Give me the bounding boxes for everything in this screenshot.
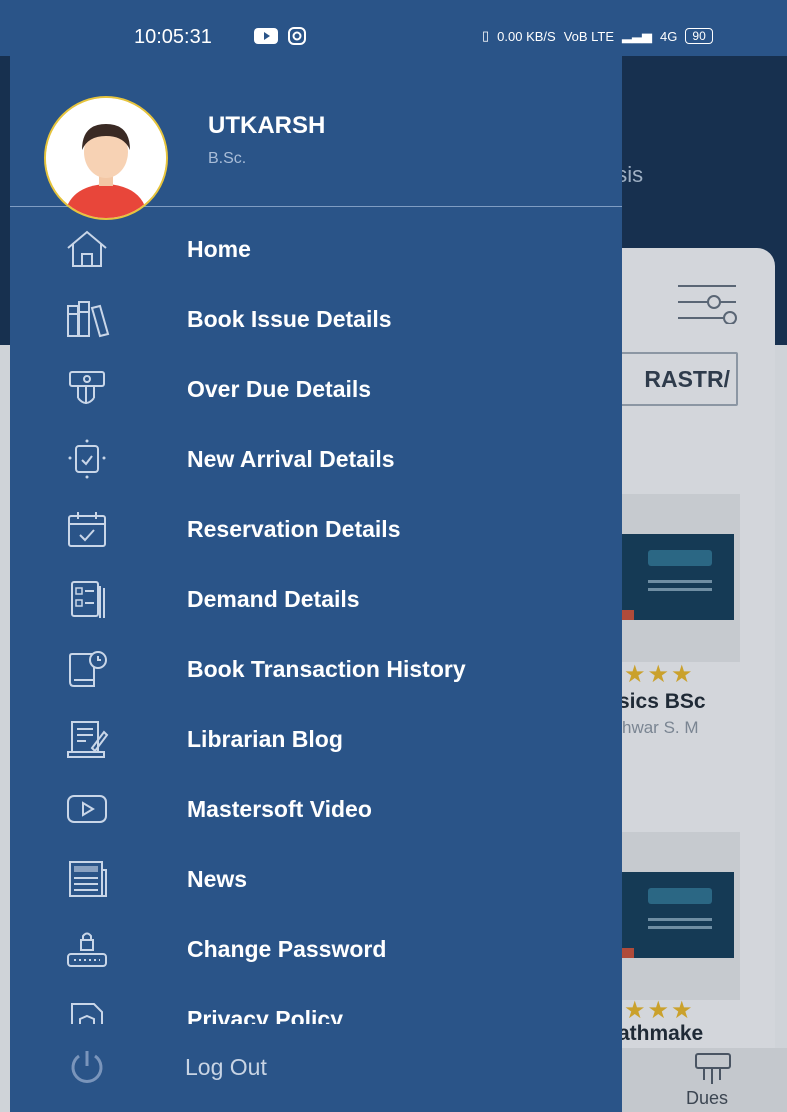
menu-item-home[interactable]: Home bbox=[10, 222, 622, 278]
cash-hand-icon bbox=[69, 371, 105, 404]
home-icon bbox=[67, 230, 107, 267]
privacy-icon bbox=[71, 1003, 103, 1024]
instagram-icon bbox=[288, 27, 306, 45]
menu-label: Over Due Details bbox=[187, 376, 372, 402]
vibrate-icon: ▯ bbox=[482, 28, 490, 43]
calendar-check-icon bbox=[68, 512, 106, 547]
menu-label: Book Transaction History bbox=[187, 656, 466, 682]
menu-label: Mastersoft Video bbox=[187, 796, 372, 822]
password-lock-icon bbox=[67, 932, 107, 967]
menu-item-librarian-blog[interactable]: Librarian Blog bbox=[10, 712, 622, 768]
logout-label: Log Out bbox=[185, 1054, 267, 1080]
menu-item-change-password[interactable]: Change Password bbox=[10, 922, 622, 978]
video-icon bbox=[67, 795, 107, 823]
background-book-author: hwar S. M bbox=[622, 718, 699, 737]
books-icon bbox=[67, 301, 110, 338]
menu-item-mastersoft-video[interactable]: Mastersoft Video bbox=[10, 782, 622, 838]
drawer-menu: Home Book Issue Details Over Due Details bbox=[10, 216, 622, 1024]
navigation-drawer: UTKARSH B.Sc. Home Book Issue Details Ov… bbox=[10, 56, 622, 1112]
status-time: 10:05:31 bbox=[134, 26, 212, 48]
book-clock-icon bbox=[69, 651, 107, 687]
menu-item-book-transaction-history[interactable]: Book Transaction History bbox=[10, 642, 622, 698]
menu-label: Librarian Blog bbox=[187, 726, 343, 752]
menu-item-book-issue-details[interactable]: Book Issue Details bbox=[10, 292, 622, 348]
menu-label: Change Password bbox=[187, 936, 387, 962]
user-avatar-icon bbox=[46, 98, 166, 218]
profile-course: B.Sc. bbox=[208, 150, 247, 167]
menu-label: Reservation Details bbox=[187, 516, 401, 542]
battery-indicator: 90 bbox=[685, 28, 713, 44]
menu-item-reservation-details[interactable]: Reservation Details bbox=[10, 502, 622, 558]
logout-button[interactable]: Log Out bbox=[10, 1038, 622, 1098]
cash-hand-icon bbox=[695, 1053, 731, 1084]
checklist-icon bbox=[71, 581, 105, 618]
status-bar: 10:05:31 ▯ 0.00 KB/S VoB LTE ▂▃▅ 4G 90 bbox=[0, 0, 787, 56]
rating-stars: ★★★ bbox=[624, 997, 695, 1024]
menu-item-demand-details[interactable]: Demand Details bbox=[10, 572, 622, 628]
network-type: 4G bbox=[660, 28, 678, 44]
menu-label: Demand Details bbox=[187, 586, 360, 612]
filter-icon bbox=[678, 285, 737, 324]
signal-icon: ▂▃▅ bbox=[622, 28, 653, 43]
menu-item-privacy-policy[interactable]: Privacy Policy bbox=[10, 992, 622, 1024]
background-book-title: athmake bbox=[618, 1022, 704, 1045]
menu-label: Book Issue Details bbox=[187, 306, 392, 332]
network-speed: 0.00 KB/S bbox=[497, 28, 556, 44]
background-book-title: sics BSc bbox=[618, 690, 706, 713]
avatar[interactable] bbox=[44, 96, 168, 220]
blog-icon bbox=[67, 721, 109, 758]
new-arrival-icon bbox=[68, 439, 106, 479]
dues-label: Dues bbox=[686, 1088, 729, 1108]
youtube-icon bbox=[254, 28, 278, 44]
profile-name: UTKARSH bbox=[208, 112, 326, 139]
book-cover bbox=[622, 872, 734, 958]
book-cover bbox=[622, 534, 734, 620]
menu-item-new-arrival-details[interactable]: New Arrival Details bbox=[10, 432, 622, 488]
volte-indicator: VoB LTE bbox=[563, 28, 615, 44]
menu-item-news[interactable]: News bbox=[10, 852, 622, 908]
newspaper-icon bbox=[69, 861, 107, 897]
status-right-icons: ▯ 0.00 KB/S VoB LTE ▂▃▅ 4G 90 bbox=[482, 28, 713, 44]
menu-label: New Arrival Details bbox=[187, 446, 395, 472]
profile-header[interactable]: UTKARSH B.Sc. bbox=[10, 56, 622, 220]
menu-label: Privacy Policy bbox=[187, 1006, 343, 1024]
menu-label: Home bbox=[187, 236, 251, 262]
rating-stars: ★★★ bbox=[624, 661, 695, 688]
menu-item-over-due-details[interactable]: Over Due Details bbox=[10, 362, 622, 418]
menu-label: News bbox=[187, 866, 248, 892]
notification-icons bbox=[254, 27, 306, 45]
power-icon bbox=[71, 1051, 103, 1083]
